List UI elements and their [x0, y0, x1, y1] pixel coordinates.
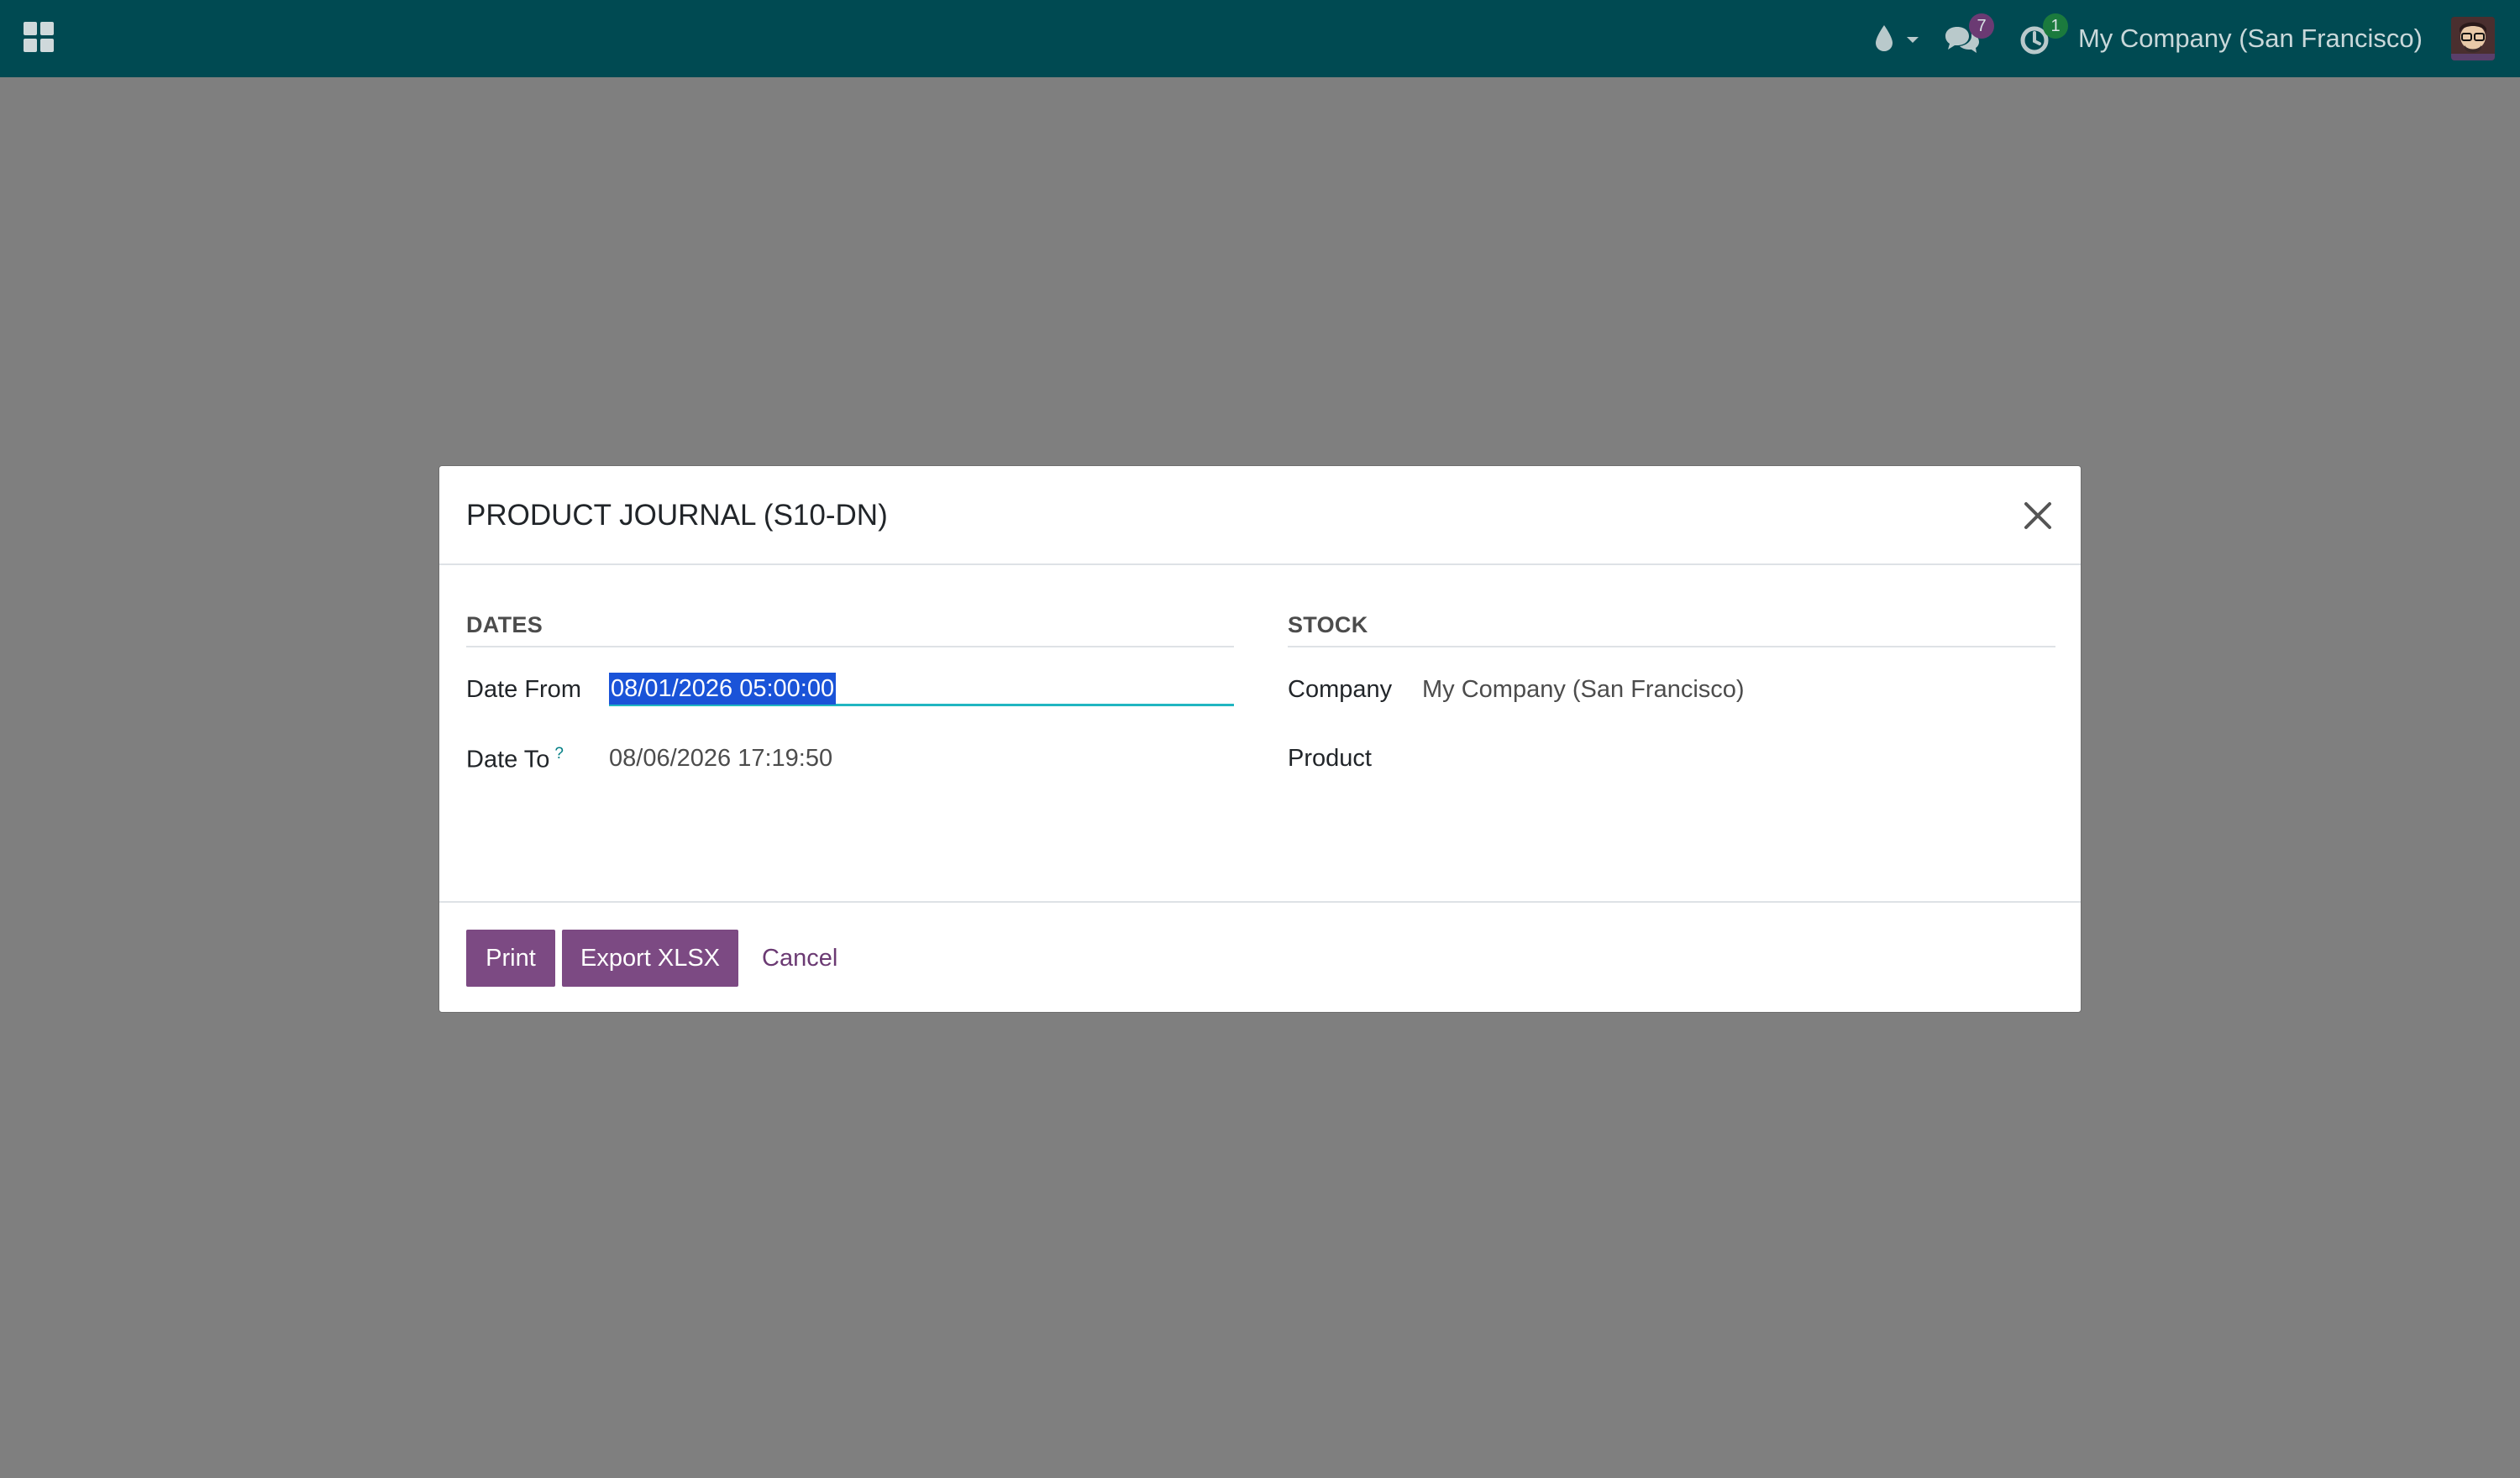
cancel-button[interactable]: Cancel [762, 930, 837, 987]
company-field[interactable]: My Company (San Francisco) [1422, 676, 1745, 704]
apps-grid-icon[interactable] [24, 22, 54, 52]
caret-down-icon [1907, 37, 1919, 43]
top-navbar: 7 1 My Company (San Francisco) [0, 0, 2520, 77]
messages-menu[interactable]: 7 [1942, 12, 1996, 62]
stock-group-title: STOCK [1288, 612, 2055, 647]
activity-menu[interactable]: 1 [2018, 12, 2071, 62]
close-icon [2024, 502, 2051, 529]
help-tooltip-icon[interactable]: ? [554, 745, 564, 763]
product-journal-dialog: PRODUCT JOURNAL (S10-DN) DATES Date From… [438, 465, 2082, 1013]
company-switcher[interactable]: My Company (San Francisco) [2078, 0, 2423, 77]
export-xlsx-button[interactable]: Export XLSX [562, 930, 738, 987]
drop-menu-toggle[interactable] [1872, 20, 1924, 57]
date-from-value: 08/01/2026 05:00:00 [609, 673, 837, 705]
close-button[interactable] [2017, 495, 2059, 537]
activity-count-badge: 1 [2043, 13, 2068, 39]
date-to-label: Date To? [466, 745, 564, 774]
product-field[interactable] [1422, 745, 2052, 775]
product-label: Product [1288, 745, 1372, 772]
dialog-header: PRODUCT JOURNAL (S10-DN) [439, 466, 2081, 565]
dialog-footer: Print Export XLSX Cancel [439, 901, 2081, 1012]
avatar[interactable] [2451, 17, 2495, 60]
date-from-label: Date From [466, 676, 581, 703]
messages-count-badge: 7 [1969, 13, 1994, 39]
dates-group-title: DATES [466, 612, 1234, 647]
dialog-title: PRODUCT JOURNAL (S10-DN) [466, 499, 888, 532]
dialog-body: DATES Date From 08/01/2026 05:00:00 Date… [439, 565, 2081, 901]
company-label: Company [1288, 676, 1393, 703]
date-to-input[interactable]: 08/06/2026 17:19:50 [609, 745, 832, 773]
print-button[interactable]: Print [466, 930, 555, 987]
date-to-label-text: Date To [466, 746, 550, 773]
date-from-input[interactable]: 08/01/2026 05:00:00 [609, 673, 1234, 706]
drop-icon [1876, 25, 1893, 51]
